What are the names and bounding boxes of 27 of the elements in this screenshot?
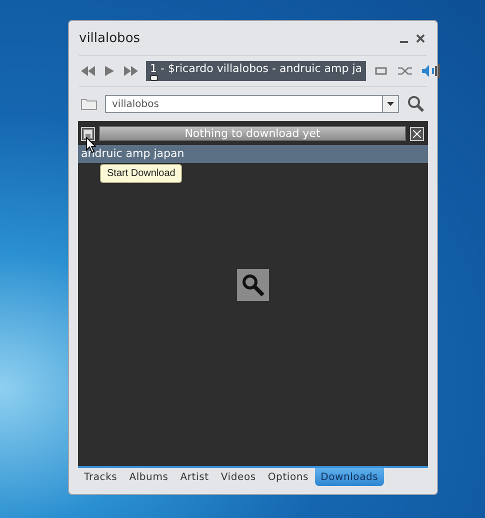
close-icon xyxy=(413,130,421,138)
download-status: Nothing to download yet xyxy=(99,126,406,141)
close-button[interactable] xyxy=(414,34,427,42)
tooltip: Start Download xyxy=(100,164,182,183)
caret-icon xyxy=(387,102,394,106)
tab[interactable]: Tracks xyxy=(78,468,124,486)
minimize-icon xyxy=(400,40,408,42)
tab[interactable]: Downloads xyxy=(314,468,384,486)
tab[interactable]: Options xyxy=(262,468,315,486)
progress-thumb[interactable] xyxy=(150,75,158,81)
search-icon xyxy=(237,268,269,300)
save-download-button[interactable] xyxy=(81,126,95,140)
clear-button[interactable] xyxy=(410,126,424,140)
search-button[interactable] xyxy=(405,95,427,113)
fast-forward-button[interactable] xyxy=(122,66,140,76)
rewind-button[interactable] xyxy=(79,66,97,76)
tab[interactable]: Albums xyxy=(123,468,174,486)
dropdown-button[interactable] xyxy=(382,95,399,113)
download-item[interactable]: andruic amp japan xyxy=(78,145,428,163)
shuffle-button[interactable] xyxy=(396,66,414,76)
search-field[interactable]: villalobos xyxy=(105,95,382,113)
window-title: villalobos xyxy=(79,30,140,46)
track-title: 1 - $ricardo villalobos - andruic amp ja xyxy=(146,61,366,81)
volume-button[interactable] xyxy=(420,64,442,78)
play-button[interactable] xyxy=(103,66,116,76)
tab[interactable]: Videos xyxy=(214,468,262,486)
tab[interactable]: Artist xyxy=(174,468,215,486)
